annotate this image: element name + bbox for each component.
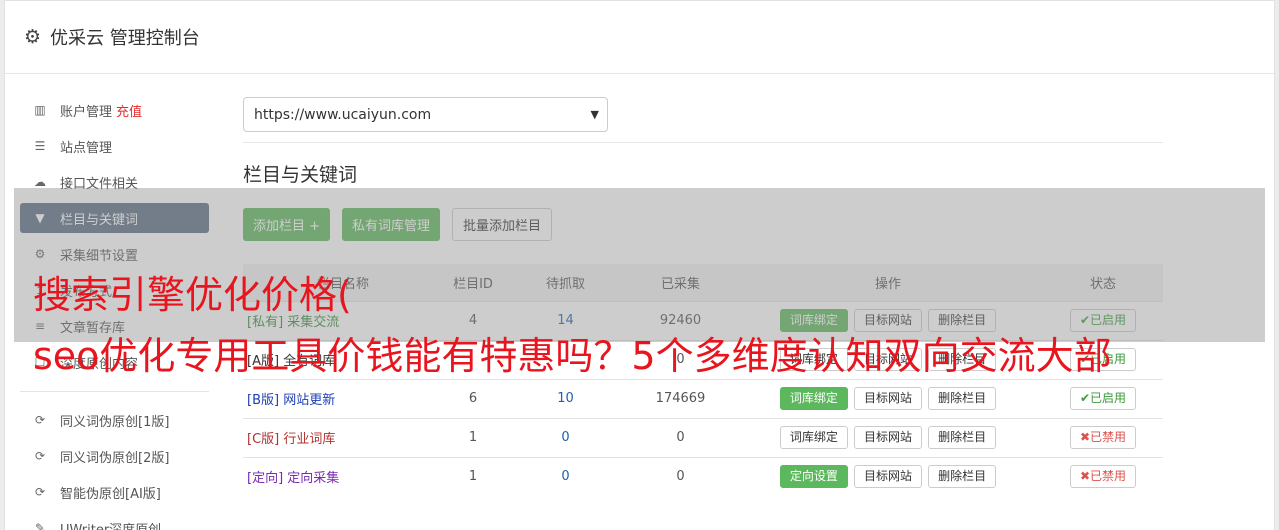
- section-title: 栏目与关键词: [243, 164, 358, 186]
- sidebar-item[interactable]: ☰ 站点管理: [20, 128, 209, 164]
- gear-icon: ⚙: [24, 26, 42, 48]
- target-site-button[interactable]: 目标网站: [853, 426, 922, 449]
- recharge-link[interactable]: 充值: [116, 101, 142, 120]
- row-status: ✖已禁用: [1043, 417, 1163, 457]
- page-title: 优采云 管理控制台: [50, 28, 200, 49]
- status-toggle[interactable]: ✔已启用: [1069, 387, 1137, 410]
- delete-column-button[interactable]: 删除栏目: [928, 426, 997, 449]
- row-actions: 词库绑定 目标网站 删除栏目: [733, 378, 1043, 418]
- sidebar-item[interactable]: ⟳ 智能伪原创[AI版]: [20, 474, 209, 510]
- refresh-icon: ⟳: [34, 413, 46, 427]
- chevron-down-icon: ▼: [590, 108, 599, 121]
- sidebar-item[interactable]: ▥ 账户管理 充值: [20, 92, 209, 128]
- close-icon: ✖: [1079, 430, 1091, 444]
- bind-library-button[interactable]: 词库绑定: [779, 387, 848, 410]
- table-row: [C版] 行业词库 1 0 0 词库绑定 目标网站 删除栏目 ✖已禁用: [243, 417, 1163, 457]
- ad-headline-line1: 搜索引擎优化价格(: [33, 273, 352, 317]
- sidebar-item-label: 同义词伪原创[1版]: [60, 414, 170, 430]
- column-name-link[interactable]: [B版] 网站更新: [243, 378, 443, 418]
- status-toggle[interactable]: ✖已禁用: [1069, 465, 1137, 489]
- refresh-icon: ⟳: [34, 485, 46, 499]
- sidebar-item[interactable]: ✎ UWriter深度原创: [20, 510, 209, 530]
- ad-overlay: [14, 188, 1265, 342]
- sidebar-item-label: 智能伪原创[AI版]: [60, 486, 161, 502]
- sidebar-item-label: 站点管理: [60, 140, 113, 156]
- sidebar-item[interactable]: ⟳ 同义词伪原创[2版]: [20, 438, 209, 474]
- server-icon: ☰: [34, 139, 46, 153]
- sidebar-divider: [20, 391, 209, 392]
- sidebar-item-label: 账户管理: [60, 104, 113, 120]
- column-name-link[interactable]: [C版] 行业词库: [243, 417, 443, 457]
- pending-count[interactable]: 0: [503, 417, 628, 457]
- bar-chart-icon: ▥: [34, 103, 46, 117]
- column-name-link[interactable]: [定向] 定向采集: [243, 456, 443, 496]
- sidebar-item[interactable]: ⟳ 同义词伪原创[1版]: [20, 402, 209, 438]
- status-label: 已禁用: [1090, 469, 1127, 484]
- divider: [243, 142, 1163, 143]
- site-select[interactable]: https://www.ucaiyun.com ▼: [243, 97, 608, 132]
- page-header: ⚙ 优采云 管理控制台: [5, 1, 1274, 74]
- ad-headline-line2: seo优化专用工具价钱能有特惠吗？5个多维度认知双向交流大部: [33, 334, 1112, 378]
- table-row: [定向] 定向采集 1 0 0 定向设置 目标网站 删除栏目 ✖已禁用: [243, 456, 1163, 496]
- pending-count[interactable]: 0: [503, 456, 628, 496]
- row-actions: 词库绑定 目标网站 删除栏目: [733, 417, 1043, 457]
- pending-count[interactable]: 10: [503, 378, 628, 418]
- status-toggle[interactable]: ✖已禁用: [1069, 426, 1137, 449]
- column-id: 6: [443, 378, 503, 418]
- close-icon: ✖: [1079, 469, 1091, 484]
- sidebar-item-label: UWriter深度原创: [60, 522, 162, 530]
- bind-library-button[interactable]: 词库绑定: [779, 426, 848, 449]
- check-icon: ✔: [1079, 391, 1091, 405]
- status-label: 已启用: [1090, 391, 1127, 405]
- column-name: [定向] 定向采集: [247, 471, 340, 487]
- collected-count: 174669: [628, 378, 733, 418]
- edit-icon: ✎: [34, 521, 46, 530]
- table-row: [B版] 网站更新 6 10 174669 词库绑定 目标网站 删除栏目 ✔已启用: [243, 378, 1163, 418]
- column-id: 1: [443, 456, 503, 496]
- sidebar-item-label: 同义词伪原创[2版]: [60, 450, 170, 466]
- site-select-value: https://www.ucaiyun.com: [254, 106, 432, 123]
- target-site-button[interactable]: 目标网站: [853, 387, 922, 410]
- column-id: 1: [443, 417, 503, 457]
- collected-count: 0: [628, 456, 733, 496]
- delete-column-button[interactable]: 删除栏目: [928, 465, 997, 489]
- refresh-icon: ⟳: [34, 449, 46, 463]
- target-site-button[interactable]: 目标网站: [853, 465, 922, 489]
- status-label: 已禁用: [1090, 430, 1127, 444]
- row-status: ✖已禁用: [1043, 456, 1163, 496]
- row-actions: 定向设置 目标网站 删除栏目: [733, 456, 1043, 496]
- collected-count: 0: [628, 417, 733, 457]
- row-status: ✔已启用: [1043, 378, 1163, 418]
- delete-column-button[interactable]: 删除栏目: [928, 387, 997, 410]
- column-name: [C版] 行业词库: [247, 432, 336, 447]
- bind-library-button[interactable]: 定向设置: [779, 465, 848, 489]
- column-name: [B版] 网站更新: [247, 393, 336, 408]
